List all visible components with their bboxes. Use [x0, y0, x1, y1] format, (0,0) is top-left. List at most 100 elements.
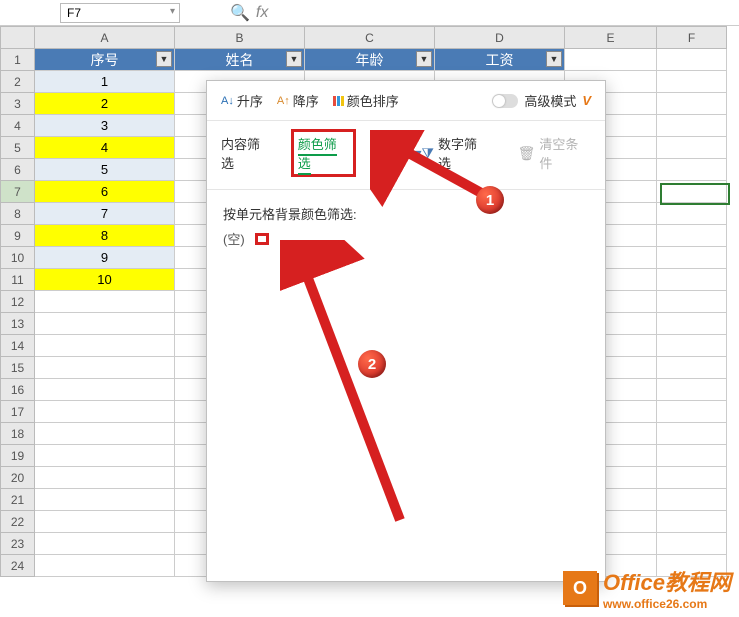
cell[interactable]: 1	[35, 71, 175, 93]
cell[interactable]	[657, 269, 727, 291]
cell[interactable]	[35, 489, 175, 511]
cell[interactable]	[35, 445, 175, 467]
cell[interactable]	[565, 49, 657, 71]
cell[interactable]	[657, 533, 727, 555]
row-header[interactable]: 23	[1, 533, 35, 555]
cell[interactable]	[657, 203, 727, 225]
row-header[interactable]: 19	[1, 445, 35, 467]
col-header-C[interactable]: C	[305, 27, 435, 49]
tab-content-filter[interactable]: 内容筛选	[221, 134, 273, 172]
col-header-A[interactable]: A	[35, 27, 175, 49]
cell[interactable]	[657, 247, 727, 269]
fx-icon[interactable]: fx	[256, 4, 268, 22]
cell[interactable]	[35, 423, 175, 445]
row-header-selected[interactable]: 7	[1, 181, 35, 203]
row-header[interactable]: 6	[1, 159, 35, 181]
cell[interactable]: 7	[35, 203, 175, 225]
cell[interactable]: 3	[35, 115, 175, 137]
cell[interactable]	[657, 467, 727, 489]
sort-descending-button[interactable]: A↑ 降序	[277, 91, 319, 110]
cell[interactable]	[657, 225, 727, 247]
row-header[interactable]: 10	[1, 247, 35, 269]
cell[interactable]: 9	[35, 247, 175, 269]
cell[interactable]	[657, 313, 727, 335]
cell[interactable]: 4	[35, 137, 175, 159]
name-box[interactable]: F7	[60, 3, 180, 23]
col-header-F[interactable]: F	[657, 27, 727, 49]
cell[interactable]	[657, 445, 727, 467]
sort-desc-icon: A↑	[277, 95, 290, 107]
cell[interactable]	[657, 137, 727, 159]
row-header[interactable]: 8	[1, 203, 35, 225]
advanced-mode-toggle[interactable]	[492, 94, 518, 108]
row-header[interactable]: 1	[1, 49, 35, 71]
cell[interactable]	[35, 357, 175, 379]
cell[interactable]	[657, 357, 727, 379]
cell[interactable]	[657, 159, 727, 181]
cell[interactable]	[35, 401, 175, 423]
row-header[interactable]: 2	[1, 71, 35, 93]
cell[interactable]	[35, 313, 175, 335]
table-header-serial[interactable]: 序号▼	[35, 49, 175, 71]
color-option-empty[interactable]: (空)	[223, 229, 245, 248]
cell[interactable]	[657, 511, 727, 533]
row-header[interactable]: 22	[1, 511, 35, 533]
col-header-E[interactable]: E	[565, 27, 657, 49]
row-header[interactable]: 12	[1, 291, 35, 313]
cell[interactable]	[35, 379, 175, 401]
cell[interactable]	[657, 401, 727, 423]
cell[interactable]	[35, 555, 175, 577]
row-header[interactable]: 16	[1, 379, 35, 401]
cell[interactable]: 8	[35, 225, 175, 247]
search-icon[interactable]: 🔍	[230, 3, 250, 23]
cell[interactable]	[35, 467, 175, 489]
cell[interactable]: 2	[35, 93, 175, 115]
cell[interactable]	[657, 423, 727, 445]
cell[interactable]	[657, 291, 727, 313]
cell[interactable]	[657, 379, 727, 401]
sort-ascending-button[interactable]: A↓ 升序	[221, 91, 263, 110]
table-header-salary[interactable]: 工资▼	[435, 49, 565, 71]
tab-color-filter[interactable]: 颜色筛选	[298, 137, 337, 175]
row-header[interactable]: 15	[1, 357, 35, 379]
watermark-title: Office教程网	[603, 565, 731, 597]
select-all-corner[interactable]	[1, 27, 35, 49]
row-header[interactable]: 18	[1, 423, 35, 445]
color-sort-button[interactable]: 颜色排序	[333, 91, 399, 110]
cell[interactable]	[657, 181, 727, 203]
filter-dropdown-icon[interactable]: ▼	[416, 51, 432, 67]
row-header[interactable]: 4	[1, 115, 35, 137]
row-header[interactable]: 24	[1, 555, 35, 577]
filter-dropdown-icon[interactable]: ▼	[546, 51, 562, 67]
filter-dropdown-icon[interactable]: ▼	[156, 51, 172, 67]
cell[interactable]	[35, 335, 175, 357]
filter-dropdown-icon[interactable]: ▼	[286, 51, 302, 67]
row-header[interactable]: 5	[1, 137, 35, 159]
row-header[interactable]: 11	[1, 269, 35, 291]
cell[interactable]	[657, 71, 727, 93]
row-header[interactable]: 13	[1, 313, 35, 335]
row-header[interactable]: 3	[1, 93, 35, 115]
table-header-name[interactable]: 姓名▼	[175, 49, 305, 71]
cell[interactable]	[657, 489, 727, 511]
col-header-B[interactable]: B	[175, 27, 305, 49]
row-header[interactable]: 20	[1, 467, 35, 489]
cell[interactable]	[657, 335, 727, 357]
cell[interactable]	[657, 115, 727, 137]
row-header[interactable]: 14	[1, 335, 35, 357]
col-header-D[interactable]: D	[435, 27, 565, 49]
cell[interactable]	[657, 49, 727, 71]
cell[interactable]: 10	[35, 269, 175, 291]
row-header[interactable]: 21	[1, 489, 35, 511]
cell[interactable]: 5	[35, 159, 175, 181]
clear-conditions-button[interactable]: 🗑 清空条件	[518, 134, 591, 172]
table-header-age[interactable]: 年龄▼	[305, 49, 435, 71]
row-header[interactable]: 9	[1, 225, 35, 247]
cell[interactable]	[35, 511, 175, 533]
cell[interactable]	[35, 533, 175, 555]
cell[interactable]: 6	[35, 181, 175, 203]
label: 升序	[237, 91, 263, 110]
cell[interactable]	[657, 93, 727, 115]
row-header[interactable]: 17	[1, 401, 35, 423]
cell[interactable]	[35, 291, 175, 313]
